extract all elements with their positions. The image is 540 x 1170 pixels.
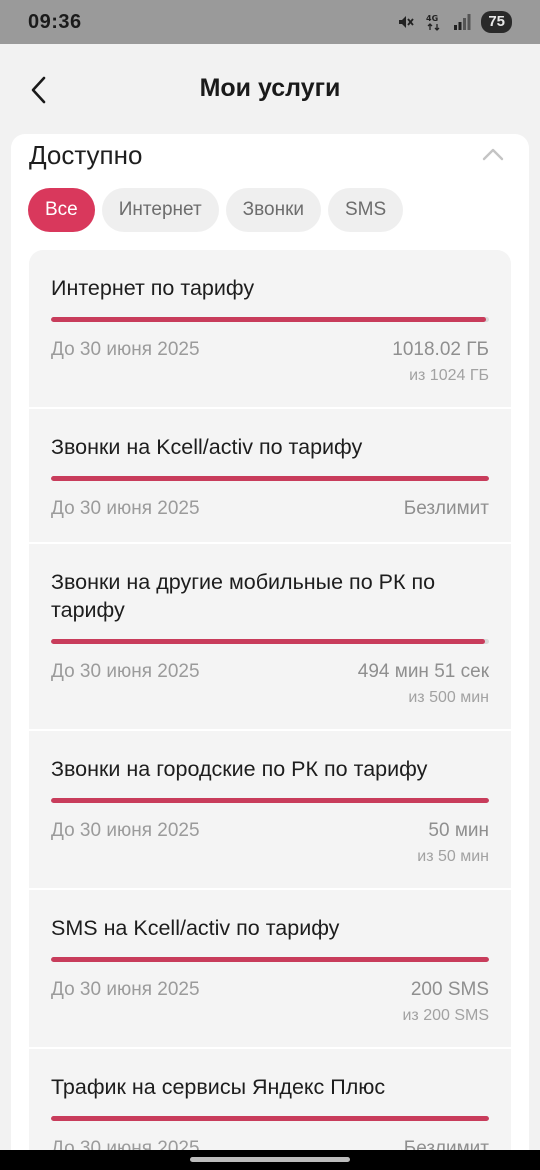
service-expiry-date: До 30 июня 2025 <box>51 820 200 841</box>
service-remaining: 50 мин <box>428 820 489 841</box>
service-expiry-date: До 30 июня 2025 <box>51 339 200 360</box>
service-card[interactable]: Интернет по тарифу До 30 июня 2025 1018.… <box>29 250 511 409</box>
home-indicator[interactable] <box>190 1157 350 1162</box>
battery-icon: 75 <box>481 11 512 33</box>
filter-chip-internet[interactable]: Интернет <box>101 188 219 232</box>
filter-chip-all[interactable]: Все <box>28 188 95 232</box>
usage-progress-fill <box>51 1116 489 1121</box>
status-time: 09:36 <box>28 10 82 33</box>
service-remaining: 1018.02 ГБ <box>392 339 489 360</box>
filter-chips: Все Интернет Звонки SMS <box>28 188 404 232</box>
section-title: Доступно <box>29 140 143 170</box>
service-name: Интернет по тарифу <box>51 276 255 300</box>
service-expiry-date: До 30 июня 2025 <box>51 979 200 1000</box>
service-name: Звонки на городские по РК по тарифу <box>51 757 428 781</box>
service-expiry-date: До 30 июня 2025 <box>51 498 200 519</box>
status-icons: 4G 75 <box>395 11 512 33</box>
chevron-up-icon <box>482 148 504 161</box>
usage-progress-bar <box>51 317 489 322</box>
service-remaining: 494 мин 51 сек <box>357 661 489 682</box>
usage-progress-bar <box>51 798 489 803</box>
service-total: из 50 мин <box>417 848 489 865</box>
usage-progress-bar <box>51 639 489 644</box>
service-expiry-date: До 30 июня 2025 <box>51 1138 200 1150</box>
service-card[interactable]: Звонки на другие мобильные по РК по тари… <box>29 544 511 731</box>
mute-icon <box>395 12 415 32</box>
service-name: Звонки на Kcell/activ по тарифу <box>51 435 363 459</box>
filter-chip-sms[interactable]: SMS <box>328 188 404 232</box>
status-bar: 09:36 4G 75 <box>0 0 540 44</box>
service-expiry-date: До 30 июня 2025 <box>51 661 200 682</box>
collapse-button[interactable] <box>481 142 505 166</box>
filter-chip-calls[interactable]: Звонки <box>225 188 321 232</box>
service-card[interactable]: Трафик на сервисы Яндекс Плюс До 30 июня… <box>29 1049 511 1150</box>
usage-progress-fill <box>51 317 487 322</box>
usage-progress-bar <box>51 1116 489 1121</box>
page-title: Мои услуги <box>199 74 341 102</box>
service-name: Трафик на сервисы Яндекс Плюс <box>51 1075 386 1099</box>
usage-progress-fill <box>51 639 485 644</box>
network-label: 4G <box>426 14 438 23</box>
service-remaining: 200 SMS <box>410 979 489 1000</box>
service-remaining: Безлимит <box>403 498 489 519</box>
header: Мои услуги <box>0 44 540 134</box>
signal-icon <box>453 13 471 31</box>
usage-progress-bar <box>51 957 489 962</box>
service-name: SMS на Kcell/activ по тарифу <box>51 916 340 940</box>
navigation-bar <box>0 1150 540 1170</box>
service-total: из 1024 ГБ <box>409 367 489 384</box>
service-card[interactable]: Звонки на городские по РК по тарифу До 3… <box>29 731 511 890</box>
usage-progress-fill <box>51 476 489 481</box>
service-name: Звонки на другие мобильные по РК по тари… <box>51 570 436 622</box>
usage-progress-bar <box>51 476 489 481</box>
services-list: Интернет по тарифу До 30 июня 2025 1018.… <box>29 250 511 1150</box>
network-4g-icon: 4G <box>425 12 443 32</box>
service-remaining: Безлимит <box>403 1138 489 1150</box>
service-total: из 200 SMS <box>402 1007 489 1024</box>
service-card[interactable]: Звонки на Kcell/activ по тарифу До 30 ию… <box>29 409 511 544</box>
usage-progress-fill <box>51 957 489 962</box>
usage-progress-fill <box>51 798 489 803</box>
service-card[interactable]: SMS на Kcell/activ по тарифу До 30 июня … <box>29 890 511 1049</box>
available-section: Доступно Все Интернет Звонки SMS Интерне… <box>11 134 529 1150</box>
service-total: из 500 мин <box>408 689 489 706</box>
